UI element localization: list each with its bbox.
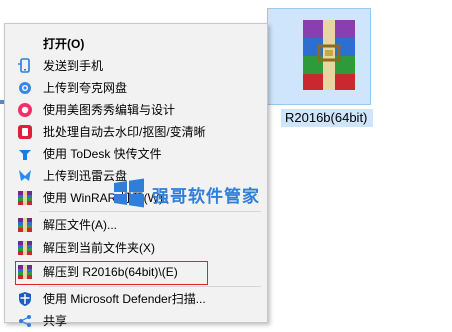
windows-logo-icon [114,178,144,208]
winrar-icon [17,240,33,256]
menu-item-extract-here[interactable]: 解压到当前文件夹(X) [7,237,265,259]
watermark: 强哥软件管家 [112,176,282,212]
winrar-archive-icon [303,20,355,90]
winrar-icon [17,190,33,206]
menu-item-label: 解压文件(A)... [43,218,117,232]
menu-item-meitu[interactable]: 使用美图秀秀编辑与设计 [7,99,265,121]
cloud-icon [17,80,33,96]
file-name-label: R2016b(64bit) [281,109,373,127]
share-icon [17,313,33,329]
context-menu: 打开(O) 发送到手机 上传到夸克网盘 使用美图秀秀编辑与设计 批处理自动去水印 [4,23,268,328]
menu-item-label: 使用 ToDesk 快传文件 [43,147,162,161]
menu-separator [39,286,261,287]
menu-item-todesk[interactable]: 使用 ToDesk 快传文件 [7,143,265,165]
menu-item-label: 打开(O) [43,37,85,51]
menu-item-label: 共享 [43,314,68,328]
menu-item-share[interactable]: 共享 [7,310,265,332]
annotation-red-box [15,261,208,285]
menu-item-defender-scan[interactable]: 使用 Microsoft Defender扫描... [7,288,265,310]
rar-file-item[interactable]: R2016b(64bit) [267,8,373,128]
meitu-icon [17,102,33,118]
menu-item-label: 解压到当前文件夹(X) [43,241,155,255]
menu-item-extract-files[interactable]: 解压文件(A)... [7,214,265,236]
menu-item-label: 使用美图秀秀编辑与设计 [43,103,176,117]
menu-item-label: 上传到夸克网盘 [43,81,128,95]
todesk-icon [17,146,33,162]
menu-item-label: 批处理自动去水印/抠图/变清晰 [43,125,206,139]
menu-item-label: 发送到手机 [43,59,104,73]
menu-item-batch-process[interactable]: 批处理自动去水印/抠图/变清晰 [7,121,265,143]
phone-send-icon [17,58,33,74]
desktop: R2016b(64bit) 打开(O) 发送到手机 上传到夸克网盘 使用美图秀秀… [0,0,452,328]
watermark-text: 强哥软件管家 [152,187,260,207]
xunlei-icon [17,168,33,184]
defender-icon [17,291,33,307]
batch-icon [17,124,33,140]
menu-item-upload-quark[interactable]: 上传到夸克网盘 [7,77,265,99]
menu-item-open[interactable]: 打开(O) [7,33,265,55]
menu-item-send-to-phone[interactable]: 发送到手机 [7,55,265,77]
winrar-icon [17,217,33,233]
menu-item-label: 使用 Microsoft Defender扫描... [43,292,206,306]
